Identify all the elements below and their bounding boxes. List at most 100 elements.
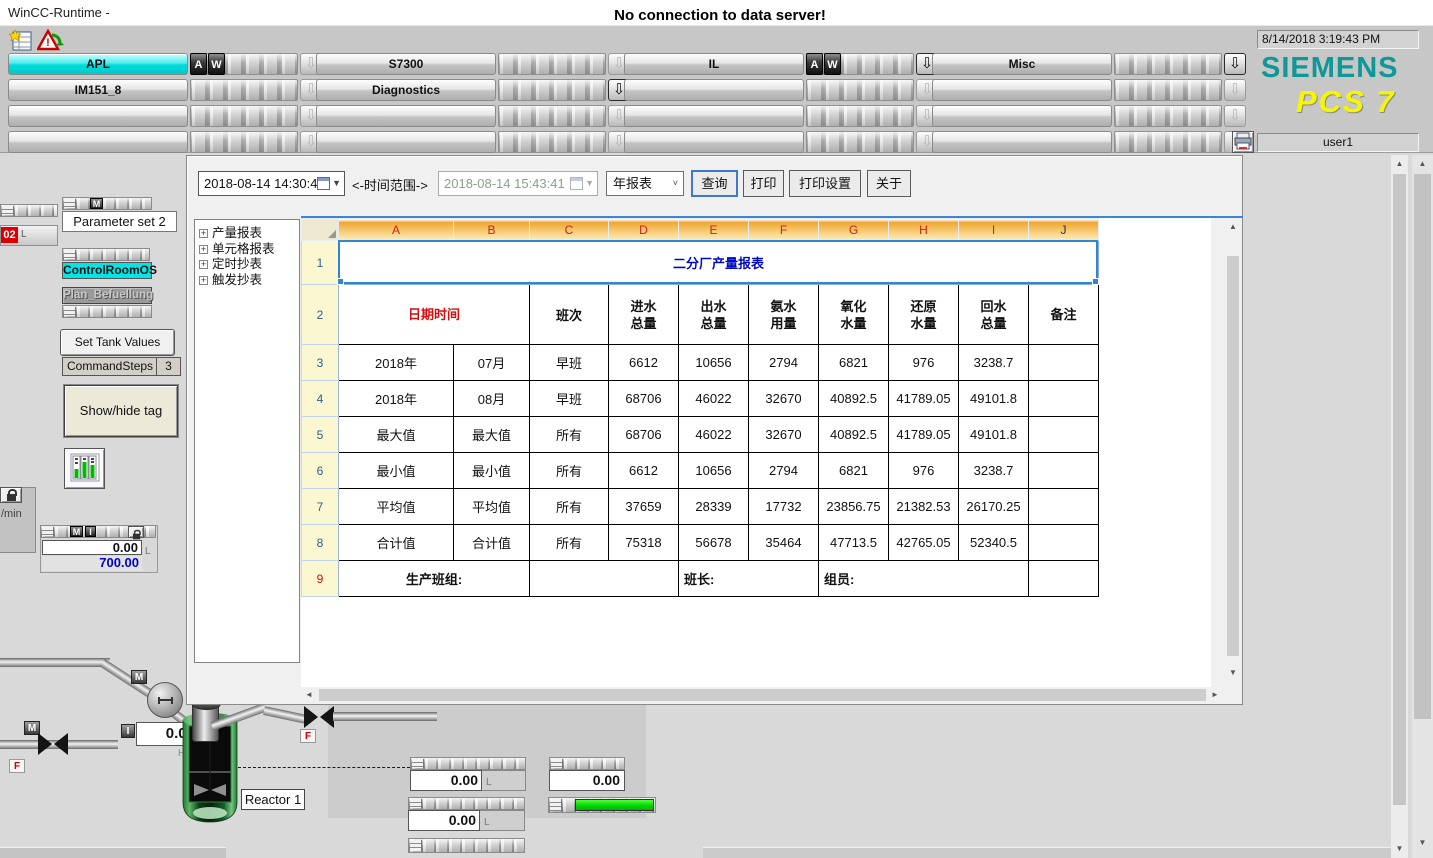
cell[interactable]: 47713.5 [819, 525, 889, 561]
level-setpoint[interactable]: 700.00 [42, 556, 142, 571]
toolbar-button-empty[interactable] [8, 105, 188, 127]
cell[interactable]: 23856.75 [819, 489, 889, 525]
vscroll-thumb[interactable] [1227, 256, 1239, 656]
picture-tree-icon[interactable] [9, 29, 34, 52]
header-cell[interactable]: 氨水 用量 [749, 285, 819, 345]
alarm-a-badge[interactable]: A [806, 53, 823, 75]
cell[interactable] [1029, 345, 1099, 381]
manual-mode-badge[interactable]: M [70, 526, 83, 537]
cell[interactable]: 最小值 [454, 453, 530, 489]
alarm-w-badge[interactable]: W [824, 53, 841, 75]
plan-strip[interactable] [62, 305, 152, 318]
slot-cells[interactable] [1114, 105, 1222, 127]
footer-member-cell[interactable]: 组员: [819, 561, 1029, 597]
toolbar-button-il[interactable]: IL [624, 53, 804, 75]
alarm-w-badge[interactable]: W [208, 53, 225, 75]
cell[interactable]: 所有 [530, 525, 609, 561]
cell[interactable]: 10656 [679, 345, 749, 381]
cell[interactable]: 56678 [679, 525, 749, 561]
parameter-strip[interactable] [62, 197, 152, 210]
cell[interactable]: 28339 [679, 489, 749, 525]
cell[interactable]: 合计值 [339, 525, 454, 561]
spreadsheet[interactable]: ABCDEFGHIJ 1二分厂产量报表 2日期时间班次进水 总量出水 总量氨水 … [301, 218, 1211, 687]
cell[interactable]: 976 [889, 453, 959, 489]
col-header[interactable]: G [819, 219, 889, 241]
controlroom-label[interactable]: ControlRoomOS [62, 262, 152, 279]
cell[interactable]: 合计值 [454, 525, 530, 561]
parameter-set-field[interactable]: Parameter set 2 [62, 211, 177, 232]
cell[interactable]: 所有 [530, 417, 609, 453]
cell[interactable]: 平均值 [339, 489, 454, 525]
cell[interactable]: 早班 [530, 381, 609, 417]
scroll-left-icon[interactable]: ◄ [303, 687, 315, 703]
header-cell[interactable]: 回水 总量 [959, 285, 1029, 345]
col-header[interactable]: F [749, 219, 819, 241]
row-number[interactable]: 8 [302, 525, 339, 561]
toolbar-button-empty[interactable] [932, 79, 1112, 101]
internal-mode-badge[interactable]: I [85, 526, 96, 537]
motor-badge[interactable]: M [131, 670, 147, 684]
slot-cells[interactable] [190, 79, 298, 101]
print-report-button[interactable]: 打印 [743, 170, 784, 197]
col-header[interactable]: J [1029, 219, 1099, 241]
col-header[interactable]: A [339, 219, 454, 241]
tree-item-timed-report[interactable]: 定时抄表 [199, 257, 299, 273]
header-cell[interactable]: 进水 总量 [609, 285, 679, 345]
toolbar-button-empty[interactable] [932, 105, 1112, 127]
tree-item-trigger-report[interactable]: 触发抄表 [199, 273, 299, 289]
cell[interactable] [1029, 525, 1099, 561]
report-title-cell[interactable]: 二分厂产量报表 [339, 241, 1099, 285]
query-button[interactable]: 查询 [691, 170, 738, 197]
toolbar-button-empty[interactable] [8, 131, 188, 153]
footer-leader-cell[interactable]: 班长: [679, 561, 819, 597]
col-header[interactable]: B [454, 219, 530, 241]
cell[interactable]: 75318 [609, 525, 679, 561]
row-number[interactable]: 2 [302, 285, 339, 345]
print-setup-button[interactable]: 打印设置 [789, 170, 861, 197]
col-header[interactable]: E [679, 219, 749, 241]
vscroll-thumb[interactable] [1414, 174, 1431, 719]
cell[interactable]: 10656 [679, 453, 749, 489]
scroll-up-icon[interactable]: ▲ [1412, 157, 1433, 171]
slot-cells[interactable] [1114, 131, 1222, 153]
toolbar-button-apl[interactable]: APL [8, 53, 188, 75]
report-type-select[interactable]: 年报表˅ [606, 171, 684, 196]
controlroom-strip[interactable] [62, 248, 150, 261]
chevron-down-icon[interactable]: ▼ [332, 172, 341, 195]
slot-cells[interactable] [190, 105, 298, 127]
col-header[interactable]: D [609, 219, 679, 241]
toolbar-button-empty[interactable] [932, 131, 1112, 153]
slot-cells[interactable] [498, 105, 606, 127]
cell[interactable]: 49101.8 [959, 417, 1029, 453]
cell[interactable]: 40892.5 [819, 417, 889, 453]
cell[interactable]: 最大值 [454, 417, 530, 453]
cell[interactable] [1029, 489, 1099, 525]
show-hide-tag-button[interactable]: Show/hide tag [64, 385, 178, 437]
scroll-down-icon[interactable]: ▼ [1391, 842, 1408, 856]
toolbar-button-empty[interactable] [316, 105, 496, 127]
display-strip[interactable] [408, 838, 525, 853]
cell[interactable]: 07月 [454, 345, 530, 381]
cell[interactable]: 17732 [749, 489, 819, 525]
cell[interactable]: 49101.8 [959, 381, 1029, 417]
vscroll-thumb[interactable] [1393, 174, 1406, 805]
cell[interactable]: 41789.05 [889, 417, 959, 453]
unlock-icon[interactable] [128, 526, 144, 538]
expand-icon[interactable] [199, 276, 208, 285]
header-cell[interactable]: 班次 [530, 285, 609, 345]
scroll-up-icon[interactable]: ▲ [1225, 220, 1241, 234]
toolbar-button-empty[interactable] [624, 131, 804, 153]
expand-icon[interactable] [199, 229, 208, 238]
header-cell[interactable]: 氧化 水量 [819, 285, 889, 345]
work-area-vscrollbar[interactable]: ▲ ▼ [1391, 155, 1408, 858]
cell[interactable] [1029, 417, 1099, 453]
start-time-picker[interactable]: 2018-08-14 14:30:41▼ [198, 171, 345, 196]
cell[interactable]: 21382.53 [889, 489, 959, 525]
cell[interactable] [530, 561, 679, 597]
header-cell[interactable]: 出水 总量 [679, 285, 749, 345]
header-cell[interactable]: 备注 [1029, 285, 1099, 345]
cell[interactable]: 46022 [679, 417, 749, 453]
down-arrow-icon[interactable] [1224, 53, 1246, 75]
slot-cells[interactable] [498, 53, 606, 75]
cell[interactable]: 所有 [530, 453, 609, 489]
